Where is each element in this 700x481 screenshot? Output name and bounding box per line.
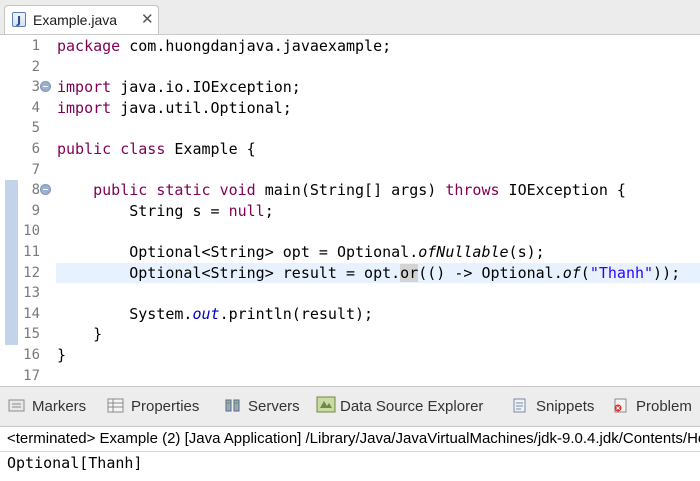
code-line-area: public static void main(String[] args) t… bbox=[56, 180, 700, 201]
code-line-area: Optional<String> opt = Optional.ofNullab… bbox=[56, 242, 700, 263]
line-number: 10 bbox=[23, 223, 40, 240]
code-line-area: import java.util.Optional; bbox=[56, 98, 700, 119]
console-header: <terminated> Example (2) [Java Applicati… bbox=[0, 427, 700, 452]
line-number: 16 bbox=[23, 347, 40, 363]
line-number: 6 bbox=[31, 141, 40, 157]
code-line-area: String s = null; bbox=[56, 201, 700, 222]
tab-properties-label: Properties bbox=[131, 398, 200, 415]
code-text: Optional<String> result = opt.or(() -> O… bbox=[57, 263, 681, 282]
line-number: 4 bbox=[31, 99, 40, 116]
java-file-icon: J bbox=[12, 12, 26, 27]
code-text: System.out.println(result); bbox=[57, 304, 374, 323]
properties-icon bbox=[107, 398, 124, 413]
code-line[interactable]: 8 public static void main(String[] args)… bbox=[0, 180, 700, 201]
line-number: 8 bbox=[31, 182, 40, 199]
code-line[interactable]: 15 } bbox=[0, 324, 700, 345]
code-line[interactable]: 12 Optional<String> result = opt.or(() -… bbox=[0, 262, 700, 284]
line-number: 9 bbox=[31, 202, 40, 219]
code-text: } bbox=[57, 346, 67, 364]
data-source-explorer-icon bbox=[316, 396, 336, 413]
code-text: import java.io.IOException; bbox=[57, 78, 301, 97]
code-line-area bbox=[56, 221, 700, 242]
tab-snippets-label: Snippets bbox=[536, 398, 595, 415]
fold-collapse-icon[interactable] bbox=[40, 184, 51, 196]
tab-data-source-explorer-label: Data Source Explorer bbox=[340, 398, 484, 415]
editor-tab-example-java[interactable]: J Example.java ✕ bbox=[4, 5, 159, 34]
code-line[interactable]: 14 System.out.println(result); bbox=[0, 304, 700, 325]
tab-servers-label: Servers bbox=[248, 398, 300, 415]
console-output: Optional[Thanh] bbox=[7, 454, 143, 472]
code-line-area: } bbox=[56, 345, 700, 366]
code-line-area: package com.huongdanjava.javaexample; bbox=[56, 36, 700, 57]
code-text: public class Example { bbox=[57, 140, 256, 158]
tab-problems[interactable]: Problem bbox=[612, 396, 692, 418]
code-line[interactable]: 4 import java.util.Optional; bbox=[0, 98, 700, 119]
snippets-icon bbox=[512, 398, 529, 413]
line-number: 15 bbox=[23, 326, 40, 343]
editor-tab-label: Example.java bbox=[33, 12, 118, 28]
markers-icon bbox=[8, 398, 25, 413]
bottom-panel-tabs: Markers Properties Servers Data Source E… bbox=[0, 386, 700, 427]
code-text: public static void main(String[] args) t… bbox=[93, 181, 626, 200]
code-text: } bbox=[57, 325, 103, 344]
tab-properties[interactable]: Properties bbox=[107, 396, 199, 418]
editor-tab-bar: J Example.java ✕ bbox=[0, 0, 700, 35]
code-editor[interactable]: 1 package com.huongdanjava.javaexample; 2 3… bbox=[0, 35, 700, 385]
line-number: 11 bbox=[23, 244, 40, 260]
fold-collapse-icon[interactable] bbox=[40, 81, 51, 93]
code-line-area: } bbox=[56, 324, 700, 345]
code-text: package com.huongdanjava.javaexample; bbox=[57, 37, 392, 55]
code-line-area: System.out.println(result); bbox=[56, 304, 700, 325]
tab-markers-label: Markers bbox=[32, 398, 87, 415]
line-number: 5 bbox=[31, 120, 40, 137]
code-line-area bbox=[56, 366, 700, 387]
code-line[interactable]: 3 import java.io.IOException; bbox=[0, 77, 700, 98]
code-line[interactable]: 9 String s = null; bbox=[0, 201, 700, 222]
code-line-area: Optional<String> result = opt.or(() -> O… bbox=[56, 262, 700, 284]
tab-servers[interactable]: Servers bbox=[224, 396, 300, 418]
console-process-label: <terminated> Example (2) [Java Applicati… bbox=[7, 430, 700, 447]
code-text: Optional<String> opt = Optional.ofNullab… bbox=[57, 243, 545, 261]
code-line-area bbox=[56, 160, 700, 181]
code-line[interactable]: 2 bbox=[0, 57, 700, 78]
line-number: 7 bbox=[31, 161, 40, 178]
code-line[interactable]: 7 bbox=[0, 160, 700, 181]
code-line[interactable]: 17 bbox=[0, 366, 700, 387]
code-text: String s = null; bbox=[57, 201, 274, 220]
problems-icon bbox=[612, 398, 629, 413]
line-number: 17 bbox=[23, 367, 40, 384]
code-line[interactable]: 5 bbox=[0, 118, 700, 139]
line-number: 13 bbox=[23, 285, 40, 302]
close-icon[interactable]: ✕ bbox=[141, 10, 154, 28]
tab-markers[interactable]: Markers bbox=[8, 396, 86, 418]
code-line[interactable]: 13 bbox=[0, 283, 700, 304]
tab-problems-label: Problem bbox=[636, 398, 692, 415]
code-line-area: import java.io.IOException; bbox=[56, 77, 700, 98]
code-line-area: public class Example { bbox=[56, 139, 700, 160]
code-line[interactable]: 10 bbox=[0, 221, 700, 242]
code-line[interactable]: 11 Optional<String> opt = Optional.ofNul… bbox=[0, 242, 700, 263]
line-number: 2 bbox=[31, 58, 40, 75]
code-line-area bbox=[56, 57, 700, 78]
line-number: 14 bbox=[23, 305, 40, 322]
servers-icon bbox=[224, 398, 241, 413]
code-text: import java.util.Optional; bbox=[57, 98, 292, 117]
code-line[interactable]: 16} bbox=[0, 345, 700, 366]
tab-data-source-explorer[interactable]: Data Source Explorer bbox=[316, 396, 483, 418]
tab-snippets[interactable]: Snippets bbox=[512, 396, 594, 418]
console-view[interactable]: Optional[Thanh] bbox=[0, 452, 700, 481]
line-number: 1 bbox=[31, 38, 40, 54]
code-line-area bbox=[56, 118, 700, 139]
code-line[interactable]: 6 public class Example { bbox=[0, 139, 700, 160]
code-line[interactable]: 1 package com.huongdanjava.javaexample; bbox=[0, 36, 700, 57]
code-line-area bbox=[56, 283, 700, 304]
line-number: 12 bbox=[23, 264, 40, 281]
line-number: 3 bbox=[31, 79, 40, 96]
